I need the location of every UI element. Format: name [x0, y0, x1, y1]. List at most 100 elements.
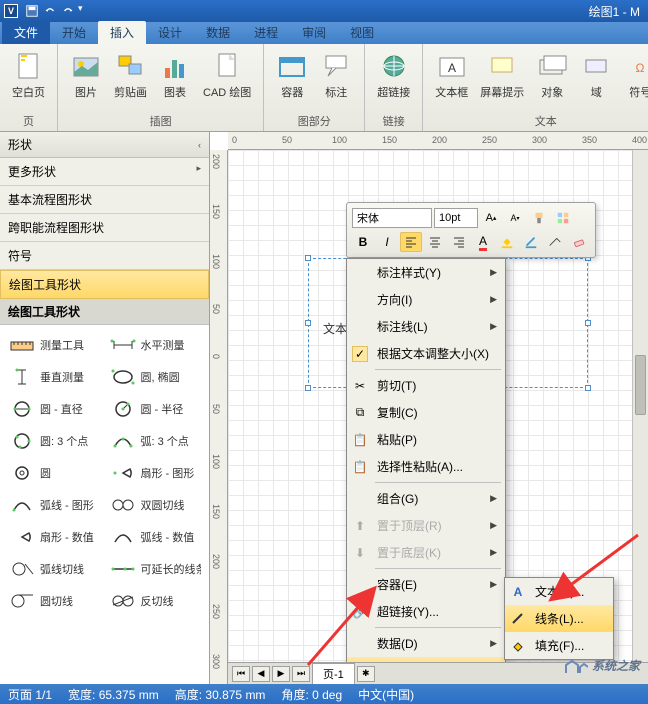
cm-E[interactable]: 容器(E)▶ [347, 571, 505, 598]
clipart-button[interactable]: 剪贴画 [110, 48, 151, 102]
chart-button[interactable]: 图表 [155, 48, 195, 102]
line-style-icon[interactable] [544, 232, 566, 252]
page-prev-icon[interactable]: ◀ [252, 666, 270, 682]
tab-home[interactable]: 开始 [50, 21, 98, 44]
resize-handle-br[interactable] [585, 385, 591, 391]
chevron-right-icon: ▶ [490, 547, 497, 558]
styles-icon[interactable] [552, 208, 574, 228]
shape-item-h-measure[interactable]: 水平测量 [105, 329, 206, 361]
cm-T[interactable]: ✂剪切(T) [347, 372, 505, 399]
shape-item-circle-r[interactable]: 圆 - 半径 [105, 393, 206, 425]
cm-Y[interactable]: 🔗超链接(Y)... [347, 598, 505, 625]
blank-page-button[interactable]: 空白页 [8, 48, 49, 102]
page-tab-1[interactable]: 页-1 [312, 663, 355, 684]
shapes-panel-header[interactable]: 形状 ‹ [0, 132, 209, 158]
fill-color-icon[interactable] [496, 232, 518, 252]
resize-handle-ml[interactable] [305, 320, 311, 326]
shape-item-circ-tan[interactable]: 圆切线 [4, 585, 105, 617]
tab-review[interactable]: 审阅 [290, 21, 338, 44]
cm-L[interactable]: 标注线(L)▶ [347, 313, 505, 340]
shape-item-ellipse[interactable]: 圆, 椭圆 [105, 361, 206, 393]
cm-A[interactable]: 📋选择性粘贴(A)... [347, 453, 505, 480]
vertical-scrollbar[interactable] [632, 150, 648, 662]
textbox-button[interactable]: A文本框 [431, 48, 472, 102]
cm-C[interactable]: ⧉复制(C) [347, 399, 505, 426]
grow-font-icon[interactable]: A▴ [480, 208, 502, 228]
mini-toolbar: A▴ A▾ B I A [346, 202, 596, 258]
tab-process[interactable]: 进程 [242, 21, 290, 44]
qat-dropdown-icon[interactable]: ▾ [78, 3, 83, 19]
cm-P[interactable]: 📋粘贴(P) [347, 426, 505, 453]
cm-Y[interactable]: 标注样式(Y)▶ [347, 259, 505, 286]
tab-data[interactable]: 数据 [194, 21, 242, 44]
scrollbar-thumb[interactable] [635, 355, 646, 415]
shrink-font-icon[interactable]: A▾ [504, 208, 526, 228]
cm-X[interactable]: ✓根据文本调整大小(X) [347, 340, 505, 367]
eraser-icon[interactable] [568, 232, 590, 252]
screentip-button[interactable]: 屏幕提示 [476, 48, 528, 102]
format-painter-icon[interactable] [528, 208, 550, 228]
field-button[interactable]: 域 [576, 48, 616, 102]
file-tab[interactable]: 文件 [2, 21, 50, 44]
hyperlink-button[interactable]: 超链接 [373, 48, 414, 102]
tab-design[interactable]: 设计 [146, 21, 194, 44]
shape-item-circle[interactable]: 圆 [4, 457, 105, 489]
shapes-cat-crossfunc[interactable]: 跨职能流程图形状 [0, 214, 209, 242]
align-left-icon[interactable] [400, 232, 422, 252]
shapes-cat-symbols[interactable]: 符号 [0, 242, 209, 270]
cm-G[interactable]: 组合(G)▶ [347, 485, 505, 512]
save-icon[interactable] [24, 3, 40, 19]
cad-button[interactable]: CAD 绘图 [199, 48, 255, 102]
resize-handle-bl[interactable] [305, 385, 311, 391]
page-last-icon[interactable]: ⏭ [292, 666, 310, 682]
shape-item-circle-d[interactable]: 圆 - 直径 [4, 393, 105, 425]
align-right-icon[interactable] [448, 232, 470, 252]
shape-item-circle3[interactable]: 圆: 3 个点 [4, 425, 105, 457]
cm-I[interactable]: 方向(I)▶ [347, 286, 505, 313]
shape-item-rev-tan[interactable]: 反切线 [105, 585, 206, 617]
shape-item-v-measure[interactable]: 垂直测量 [4, 361, 105, 393]
page-first-icon[interactable]: ⏮ [232, 666, 250, 682]
sector-g-icon [109, 463, 137, 483]
shape-item-arc-g[interactable]: 弧线 - 图形 [4, 489, 105, 521]
shape-item-arc-n[interactable]: 弧线 - 数值 [105, 521, 206, 553]
picture-button[interactable]: 图片 [66, 48, 106, 102]
shape-item-sector-g[interactable]: 扇形 - 图形 [105, 457, 206, 489]
submenu-fill[interactable]: 填充(F)... [505, 632, 613, 659]
format-submenu: A文本(T)...线条(L)...填充(F)... [504, 577, 614, 660]
bold-icon[interactable]: B [352, 232, 374, 252]
canvas[interactable]: 文本 A▴ A▾ B I A [228, 150, 648, 662]
font-color-icon[interactable]: A [472, 232, 494, 252]
page-add-icon[interactable]: ✱ [357, 666, 375, 682]
submenu-text-a[interactable]: A文本(T)... [505, 578, 613, 605]
align-center-icon[interactable] [424, 232, 446, 252]
undo-icon[interactable] [42, 3, 58, 19]
font-family-input[interactable] [352, 208, 432, 228]
resize-handle-tl[interactable] [305, 255, 311, 261]
font-size-input[interactable] [434, 208, 478, 228]
resize-handle-mr[interactable] [585, 320, 591, 326]
shapes-cat-drawing[interactable]: 绘图工具形状 [0, 270, 209, 299]
textbox-icon: A [436, 50, 468, 82]
page-next-icon[interactable]: ▶ [272, 666, 290, 682]
cm-D[interactable]: 数据(D)▶ [347, 630, 505, 657]
object-button[interactable]: 对象 [532, 48, 572, 102]
circle3-icon [8, 431, 36, 451]
shapes-cat-basic[interactable]: 基本流程图形状 [0, 186, 209, 214]
shape-item-arc-tan[interactable]: 弧线切线 [4, 553, 105, 585]
tab-insert[interactable]: 插入 [98, 21, 146, 44]
shape-item-arc3[interactable]: 弧: 3 个点 [105, 425, 206, 457]
symbol-button[interactable]: Ω符号 [620, 48, 648, 102]
more-shapes[interactable]: 更多形状 ▸ [0, 158, 209, 186]
shape-item-dbl-tangent[interactable]: 双圆切线 [105, 489, 206, 521]
shape-item-measure[interactable]: 测量工具 [4, 329, 105, 361]
shape-item-ext-line[interactable]: 可延长的线条 [105, 553, 206, 585]
container-button[interactable]: 容器 [272, 48, 312, 102]
line-color-icon[interactable] [520, 232, 542, 252]
callout-button[interactable]: 标注 [316, 48, 356, 102]
redo-icon[interactable] [60, 3, 76, 19]
shape-item-sector-n[interactable]: 扇形 - 数值 [4, 521, 105, 553]
tab-view[interactable]: 视图 [338, 21, 386, 44]
italic-icon[interactable]: I [376, 232, 398, 252]
submenu-line[interactable]: 线条(L)... [505, 605, 613, 632]
